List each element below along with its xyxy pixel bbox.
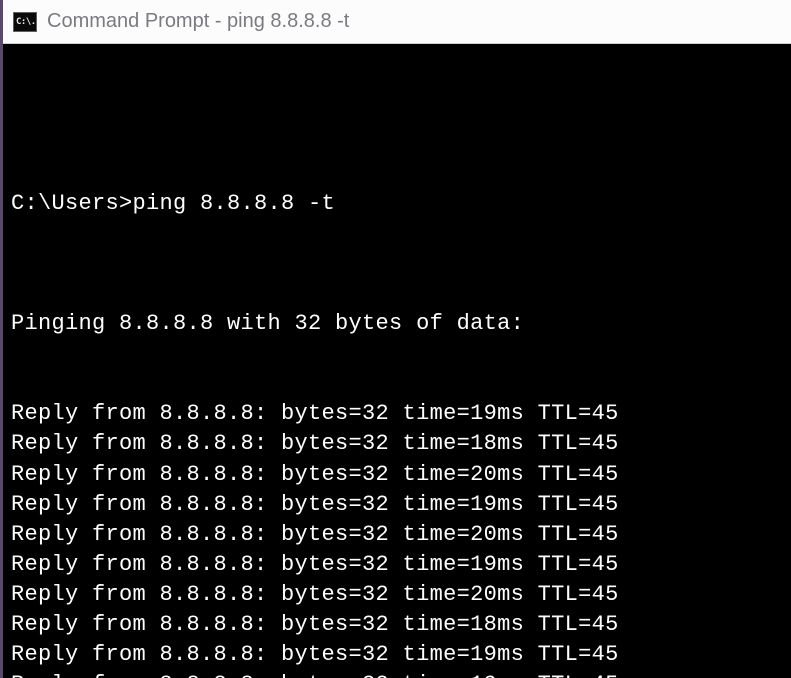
ping-reply-line: Reply from 8.8.8.8: bytes=32 time=18ms T… [3,429,791,459]
window-title: Command Prompt - ping 8.8.8.8 -t [47,10,349,33]
ping-reply-line: Reply from 8.8.8.8: bytes=32 time=19ms T… [3,399,791,429]
ping-reply-line: Reply from 8.8.8.8: bytes=32 time=19ms T… [3,670,791,678]
ping-replies: Reply from 8.8.8.8: bytes=32 time=19ms T… [3,399,791,678]
command-prompt-window: C:\. Command Prompt - ping 8.8.8.8 -t C:… [0,0,791,678]
ping-reply-line: Reply from 8.8.8.8: bytes=32 time=20ms T… [3,580,791,610]
cmd-icon: C:\. [13,12,37,32]
ping-reply-line: Reply from 8.8.8.8: bytes=32 time=19ms T… [3,550,791,580]
terminal-output[interactable]: C:\Users>ping 8.8.8.8 -t Pinging 8.8.8.8… [3,44,791,678]
command-text: ping 8.8.8.8 -t [133,191,336,216]
terminal-content: C:\Users>ping 8.8.8.8 -t Pinging 8.8.8.8… [3,104,791,678]
ping-reply-line: Reply from 8.8.8.8: bytes=32 time=19ms T… [3,490,791,520]
ping-reply-line: Reply from 8.8.8.8: bytes=32 time=18ms T… [3,610,791,640]
prompt-text: C:\Users> [11,191,133,216]
window-titlebar[interactable]: C:\. Command Prompt - ping 8.8.8.8 -t [3,0,791,44]
ping-reply-line: Reply from 8.8.8.8: bytes=32 time=20ms T… [3,520,791,550]
command-line: C:\Users>ping 8.8.8.8 -t [3,189,791,219]
ping-reply-line: Reply from 8.8.8.8: bytes=32 time=19ms T… [3,640,791,670]
ping-reply-line: Reply from 8.8.8.8: bytes=32 time=20ms T… [3,460,791,490]
ping-status-header: Pinging 8.8.8.8 with 32 bytes of data: [3,309,791,339]
